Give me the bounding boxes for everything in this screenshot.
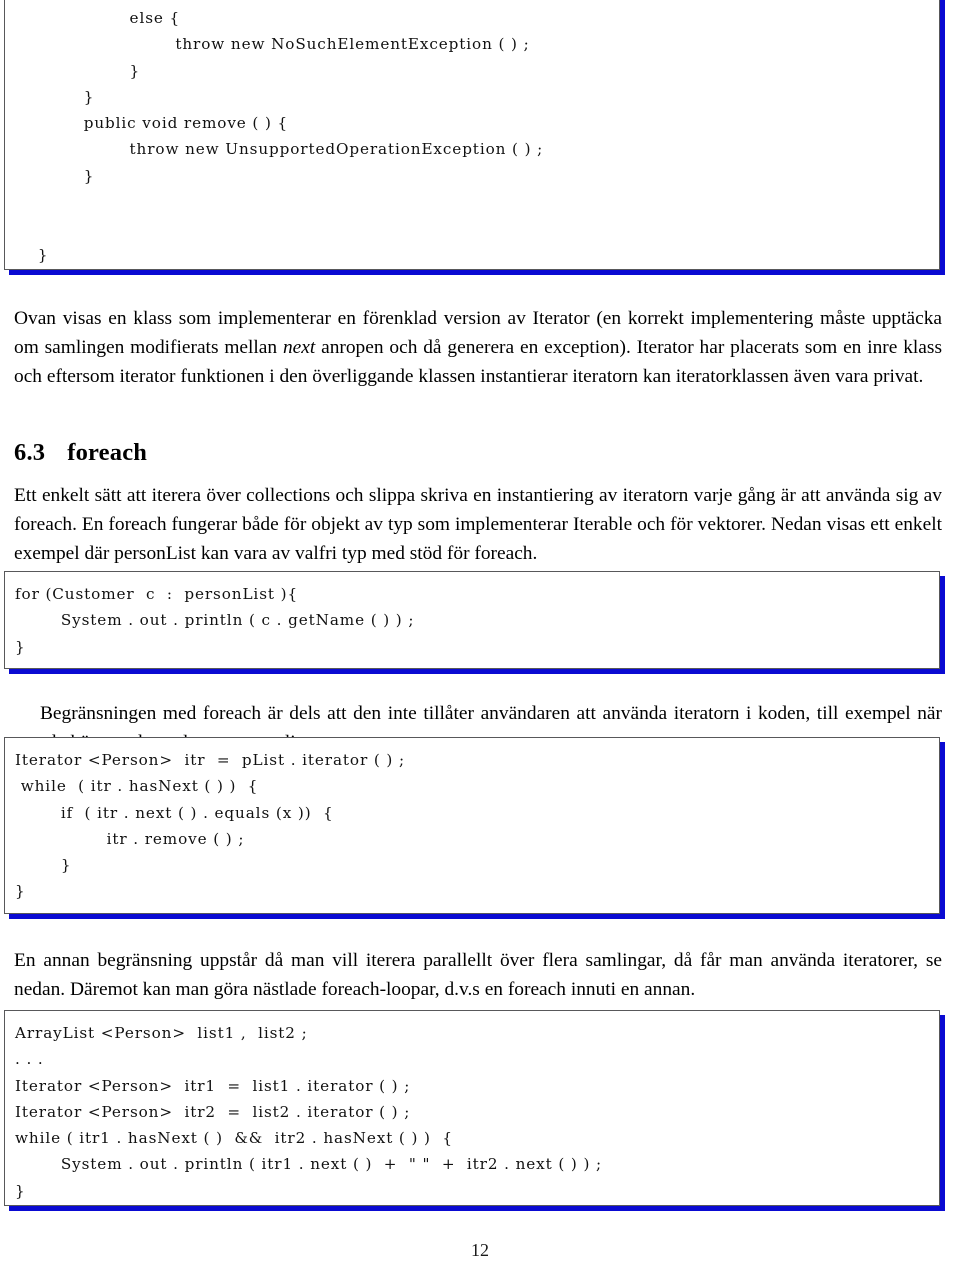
emphasis-next: next xyxy=(282,336,316,358)
document-page: else { throw new NoSuchElementException … xyxy=(0,0,960,1268)
section-heading-foreach: 6.3 foreach xyxy=(14,438,942,468)
code-block-parallel-iterators: ArrayList <Person> list1 , list2 ; . . .… xyxy=(4,1010,940,1206)
section-number: 6.3 xyxy=(14,439,46,467)
code-text-parallel-iterators: ArrayList <Person> list1 , list2 ; . . .… xyxy=(15,1024,603,1200)
page-number: 12 xyxy=(471,1240,489,1260)
code-text-iterator-tail: else { throw new NoSuchElementException … xyxy=(37,9,544,264)
section-title: foreach xyxy=(67,439,148,467)
paragraph-foreach-intro: Ett enkelt sätt att iterera över collect… xyxy=(14,485,942,564)
code-block-iterator-tail: else { throw new NoSuchElementException … xyxy=(4,0,940,270)
paragraph-parallel-iteration: En annan begränsning uppstår då man vill… xyxy=(14,950,942,1000)
code-block-iterator-remove: Iterator <Person> itr = pList . iterator… xyxy=(4,737,940,914)
code-text-foreach-example: for (Customer c : personList ){ System .… xyxy=(15,585,415,656)
code-text-iterator-remove: Iterator <Person> itr = pList . iterator… xyxy=(15,751,405,901)
paragraph-iterator-notes: Ovan visas en klass som implementerar en… xyxy=(14,305,942,391)
code-block-foreach-example: for (Customer c : personList ){ System .… xyxy=(4,571,940,669)
